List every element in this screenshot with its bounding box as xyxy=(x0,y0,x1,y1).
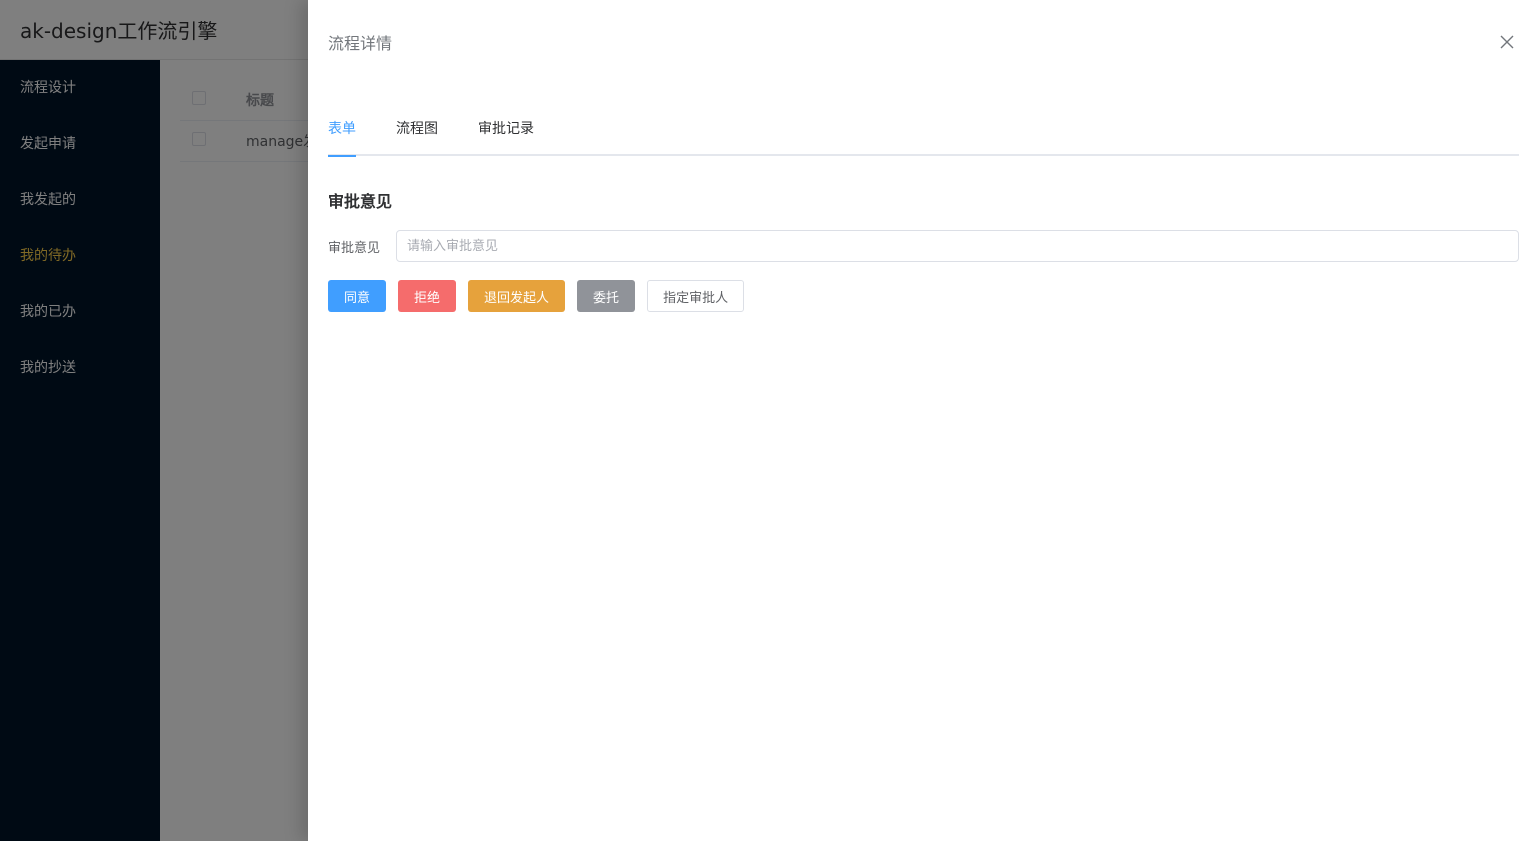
approval-opinion-input[interactable] xyxy=(396,230,1519,262)
delegate-button[interactable]: 委托 xyxy=(577,280,636,312)
drawer-body: 表单 流程图 审批记录 审批意见 审批意见 同意 拒绝 退回发起人 委托 指定审… xyxy=(308,104,1539,312)
close-icon[interactable] xyxy=(1495,30,1519,54)
agree-button[interactable]: 同意 xyxy=(328,280,387,312)
drawer-header: 流程详情 xyxy=(308,0,1539,84)
tab-flowchart[interactable]: 流程图 xyxy=(396,103,438,155)
return-to-initiator-button[interactable]: 退回发起人 xyxy=(468,280,566,312)
approval-opinion-label: 审批意见 xyxy=(328,240,381,256)
tab-form[interactable]: 表单 xyxy=(328,103,356,157)
process-detail-drawer: 流程详情 表单 流程图 审批记录 审批意见 审批意见 同意 拒绝 退回发起人 委… xyxy=(308,0,1539,841)
assign-approver-button[interactable]: 指定审批人 xyxy=(647,280,745,312)
tab-bar: 表单 流程图 审批记录 xyxy=(328,103,1519,157)
tab-approval-records[interactable]: 审批记录 xyxy=(478,103,534,155)
action-buttons: 同意 拒绝 退回发起人 委托 指定审批人 xyxy=(328,280,1519,312)
reject-button[interactable]: 拒绝 xyxy=(398,280,457,312)
drawer-title: 流程详情 xyxy=(328,34,393,53)
section-title: 审批意见 xyxy=(328,192,393,211)
approval-opinion-form-item: 审批意见 xyxy=(328,230,1519,262)
